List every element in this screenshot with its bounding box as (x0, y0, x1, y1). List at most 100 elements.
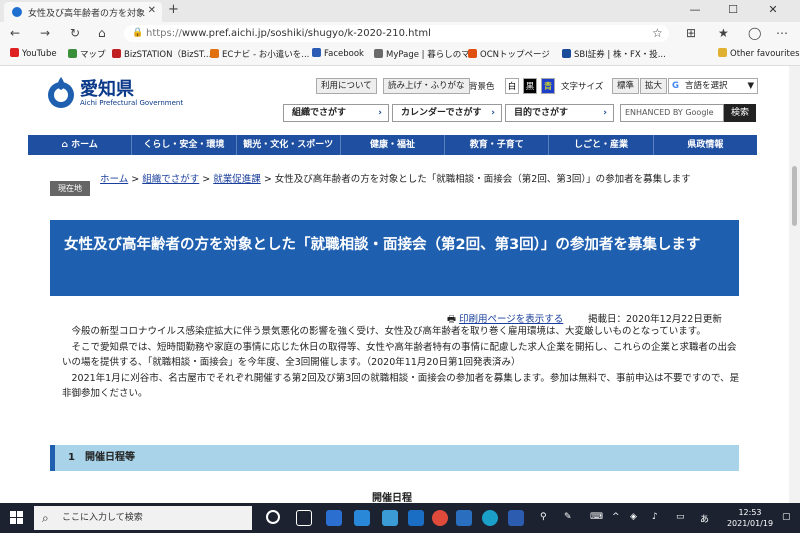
volume-icon[interactable]: ♪ (652, 512, 658, 522)
search-by-calendar-select[interactable]: カレンダーでさがす › (392, 104, 502, 122)
page-icon (68, 49, 77, 58)
gnav-education[interactable]: 教育・子育て (445, 135, 550, 155)
chrome-icon[interactable] (432, 510, 448, 526)
search-by-organization-select[interactable]: 組織でさがす › (283, 104, 389, 122)
store-icon[interactable] (456, 510, 472, 526)
task-view-icon[interactable] (296, 510, 312, 526)
weather-icon[interactable] (326, 510, 342, 526)
reading-button[interactable]: 読み上げ・ふりがな (383, 78, 470, 94)
global-nav: ⌂ ホーム くらし・安全・環境 観光・文化・スポーツ 健康・福祉 教育・子育て … (28, 135, 757, 155)
site-search-button[interactable]: 検索 (724, 104, 756, 122)
refresh-icon[interactable]: ↻ (70, 26, 80, 40)
taskbar-clock[interactable]: 12:53 2021/01/19 (725, 507, 775, 529)
page-icon (562, 49, 571, 58)
minimize-icon[interactable]: — (680, 3, 710, 16)
scrollbar-thumb[interactable] (792, 166, 797, 226)
url-path: www.pref.aichi.jp/soshiki/shugyo/k-2020-… (181, 28, 431, 39)
browser-tab-bar: 女性及び高年齢者の方を対象とし... ✕ + — ☐ ✕ (0, 0, 800, 22)
breadcrumb-section-link[interactable]: 就業促進課 (213, 174, 261, 185)
edge-legacy-icon[interactable] (382, 510, 398, 526)
pen-icon[interactable]: ✎ (564, 512, 572, 522)
browser-tab[interactable]: 女性及び高年齢者の方を対象とし... ✕ (4, 2, 162, 22)
clock-date: 2021/01/19 (726, 519, 774, 528)
breadcrumb-home-link[interactable]: ホーム (100, 174, 128, 185)
page-title: 女性及び高年齢者の方を対象とした「就職相談・面接会（第2回、第3回）」の参加者を… (50, 220, 739, 296)
mail-icon[interactable] (354, 510, 370, 526)
gnav-living[interactable]: くらし・安全・環境 (132, 135, 237, 155)
tray-chevron-icon[interactable]: ^ (612, 512, 620, 522)
profile-icon[interactable]: ◯ (748, 26, 761, 40)
favorite-item[interactable]: ECナビ - お小遣いを... (210, 48, 309, 60)
lock-icon: 🔒 (132, 28, 144, 38)
outlook-icon[interactable] (408, 510, 424, 526)
page-icon (210, 49, 219, 58)
url-field[interactable]: 🔒 https://www.pref.aichi.jp/soshiki/shug… (124, 25, 669, 42)
select-label: カレンダーでさがす (401, 108, 482, 118)
keyboard-icon[interactable]: ⌨ (590, 512, 603, 522)
bg-blue-button[interactable]: 青 (541, 78, 555, 94)
start-button-icon[interactable] (10, 511, 24, 525)
bg-white-button[interactable]: 白 (505, 78, 519, 94)
favorite-item[interactable]: OCNトップページ (468, 48, 550, 60)
font-size-large-button[interactable]: 拡大 (640, 78, 668, 94)
forward-icon[interactable]: → (40, 26, 50, 40)
ime-icon[interactable]: あ (700, 512, 709, 525)
breadcrumb-badge: 現在地 (50, 181, 90, 196)
close-window-icon[interactable]: ✕ (758, 3, 788, 16)
more-icon[interactable]: ⋯ (776, 26, 788, 40)
maximize-icon[interactable]: ☐ (718, 3, 748, 16)
collections-icon[interactable]: ⊞ (686, 26, 696, 40)
windows-taskbar: ⌕ ここに入力して検索 ⚲ ✎ ⌨ ^ ◈ ♪ ▭ あ 12:53 2021/0… (0, 503, 800, 533)
chevron-right-icon: › (378, 108, 382, 118)
bg-black-button[interactable]: 黒 (523, 78, 537, 94)
favorite-item[interactable]: Facebook (312, 48, 364, 59)
language-select[interactable]: G 言語を選択 ▼ (668, 78, 758, 94)
site-search-input[interactable]: ENHANCED BY Google (620, 104, 724, 122)
favorite-item[interactable]: BizSTATION（BizST... (112, 48, 211, 60)
paragraph: 2021年1月に刈谷市、名古屋市でそれぞれ開催する第2回及び第3回の就職相談・面… (62, 372, 740, 400)
chevron-right-icon: › (603, 108, 607, 118)
edge-icon[interactable] (482, 510, 498, 526)
favorite-star-icon[interactable]: ☆ (652, 26, 663, 40)
close-tab-icon[interactable]: ✕ (148, 5, 156, 16)
heading-accent-bar (50, 445, 55, 471)
back-icon[interactable]: ← (10, 26, 20, 40)
network-icon[interactable]: ◈ (630, 512, 637, 522)
word-icon[interactable] (508, 510, 524, 526)
new-tab-button[interactable]: + (168, 2, 179, 17)
gnav-health[interactable]: 健康・福祉 (341, 135, 446, 155)
people-icon[interactable]: ⚲ (540, 512, 547, 522)
folder-icon (718, 48, 727, 57)
paragraph: そこで愛知県では、短時間勤務や家庭の事情に応じた休日の取得等、女性や高年齢者特有… (62, 341, 737, 369)
font-size-label: 文字サイズ (561, 82, 604, 92)
cortana-icon[interactable] (266, 510, 280, 524)
bg-color-label: 背景色 (469, 82, 495, 92)
tab-title: 女性及び高年齢者の方を対象とし... (28, 9, 146, 19)
font-size-standard-button[interactable]: 標準 (612, 78, 640, 94)
favorite-item[interactable]: MyPage | 暮らしのマ... (374, 48, 478, 60)
favorite-item[interactable]: YouTube (10, 48, 57, 59)
select-label: 目的でさがす (514, 108, 569, 118)
page-icon (10, 48, 19, 57)
gnav-home[interactable]: ⌂ ホーム (28, 135, 133, 155)
page-scrollbar[interactable] (789, 66, 800, 503)
breadcrumb-org-link[interactable]: 組織でさがす (142, 174, 199, 185)
search-by-purpose-select[interactable]: 目的でさがす › (505, 104, 614, 122)
gnav-work[interactable]: しごと・産業 (549, 135, 654, 155)
publish-date: 掲載日：2020年12月22日更新 (588, 314, 722, 325)
article-body: 今般の新型コロナウイルス感染症拡大に伴う景気悪化の影響を強く受け、女性及び高年齢… (62, 324, 742, 402)
section-heading: 1 開催日程等 (50, 445, 739, 471)
gnav-tourism[interactable]: 観光・文化・スポーツ (237, 135, 341, 155)
gnav-government[interactable]: 県政情報 (654, 135, 757, 155)
favorite-item[interactable]: マップ (68, 48, 106, 60)
favorite-item[interactable]: Other favourites (718, 48, 800, 59)
home-icon[interactable]: ⌂ (98, 26, 106, 40)
battery-icon[interactable]: ▭ (676, 512, 685, 522)
logo-text-jp: 愛知県 (80, 79, 134, 100)
favorites-icon[interactable]: ★ (718, 26, 729, 40)
usage-button[interactable]: 利用について (316, 78, 377, 94)
taskbar-search-input[interactable]: ⌕ ここに入力して検索 (34, 506, 252, 530)
notification-icon[interactable]: ▢ (782, 512, 791, 522)
favorite-item[interactable]: SBI証券 | 株・FX・投... (562, 48, 666, 60)
breadcrumb-current: 女性及び高年齢者の方を対象とした「就職相談・面接会（第2回、第3回）」の参加者を… (274, 174, 691, 185)
